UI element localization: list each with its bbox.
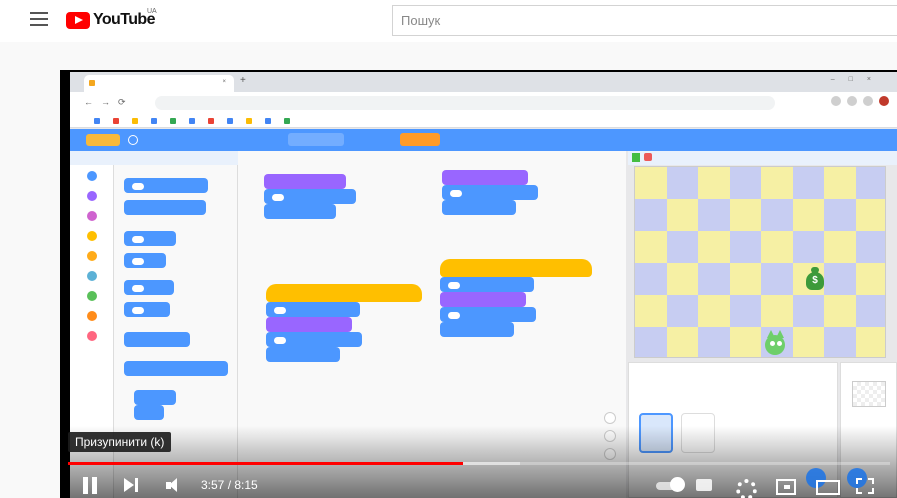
stage-grid-cell: [698, 231, 730, 263]
stage-grid-cell: [698, 263, 730, 295]
recorded-scratch-logo: [86, 134, 120, 146]
stage-grid-cell: [666, 327, 698, 357]
stage-grid-cell: [792, 327, 824, 357]
stage-grid-cell: [698, 327, 730, 357]
played-bar: [68, 462, 463, 465]
stage-grid-cell: [792, 231, 824, 263]
stage-grid-cell: [855, 295, 885, 327]
stage-grid-cell: [729, 263, 761, 295]
stage-grid-cell: [824, 231, 856, 263]
stage-grid-cell: [666, 199, 698, 231]
youtube-logo-icon: [66, 11, 90, 29]
stage-grid-cell: [635, 199, 667, 231]
stage-grid-cell: [729, 231, 761, 263]
stage-grid-cell: [666, 167, 698, 199]
stage-grid-cell: [635, 295, 667, 327]
stage-grid-cell: [698, 295, 730, 327]
app-root: YouTube UA × + –□× ←→⟳: [0, 0, 897, 498]
stage-grid-cell: [635, 167, 667, 199]
stage-grid-cell: [761, 167, 793, 199]
recorded-stop-icon: [644, 153, 652, 161]
recorded-project-title: [288, 133, 344, 146]
stage-grid-cell: [824, 199, 856, 231]
time-display: 3:57 / 8:15: [201, 478, 258, 492]
recorded-bookmarks-bar: [70, 114, 897, 128]
stage-grid-cell: [792, 295, 824, 327]
recorded-editor-tabs: [70, 151, 238, 165]
youtube-logo[interactable]: YouTube: [66, 10, 155, 30]
stage-grid-cell: [855, 167, 885, 199]
miniplayer-icon[interactable]: [776, 473, 796, 497]
stage-grid-cell: [698, 167, 730, 199]
stage-grid-cell: [729, 327, 761, 357]
recorded-globe-icon: [128, 135, 138, 145]
stage-grid-cell: [635, 231, 667, 263]
stage-grid-cell: [698, 199, 730, 231]
stage-grid-cell: [729, 167, 761, 199]
recorded-window-controls: –□×: [830, 76, 885, 83]
stage-grid-cell: [635, 327, 667, 357]
recorded-toolbar-icons: [831, 96, 889, 106]
stage-grid-cell: [635, 263, 667, 295]
next-icon[interactable]: [124, 473, 140, 497]
stage-grid-cell: [792, 199, 824, 231]
stage-grid-cell: [824, 327, 856, 357]
stage-grid-cell: [729, 295, 761, 327]
recorded-new-tab-icon: +: [240, 75, 246, 86]
recorded-address-bar: ←→⟳: [70, 92, 897, 114]
stage-grid-cell: [855, 231, 885, 263]
recorded-nav-icons: ←→⟳: [84, 97, 134, 107]
recorded-browser-tabs: × + –□×: [70, 72, 897, 92]
cat-sprite: [761, 327, 789, 357]
money-bag-sprite: $: [805, 267, 825, 291]
hamburger-icon[interactable]: [30, 12, 48, 26]
stage-grid-cell: [761, 295, 793, 327]
duration: 8:15: [234, 478, 258, 492]
search-box: [392, 5, 897, 36]
current-time: 3:57: [201, 478, 225, 492]
pause-tooltip: Призупинити (k): [68, 432, 172, 452]
gear-icon[interactable]: [733, 473, 757, 498]
recorded-url-field: [155, 96, 775, 110]
recorded-scratch-menubar: [70, 129, 897, 151]
stage-grid-cell: [855, 327, 885, 357]
fullscreen-icon[interactable]: [856, 473, 876, 497]
stage-grid-cell: [666, 231, 698, 263]
recorded-green-flag-icon: [632, 153, 640, 162]
region-code: UA: [147, 8, 157, 15]
stage-grid-cell: [855, 263, 885, 295]
recorded-scratch-stage: $: [634, 166, 886, 358]
recorded-backdrop-thumbnail: [851, 381, 886, 407]
stage-grid-cell: [824, 295, 856, 327]
stage-grid-cell: [792, 167, 824, 199]
stage-grid-cell: [666, 295, 698, 327]
stage-grid-cell: [761, 231, 793, 263]
autoplay-toggle-icon[interactable]: [656, 473, 685, 497]
stage-grid-cell: [855, 199, 885, 231]
stage-grid-cell: [666, 263, 698, 295]
masthead: YouTube UA: [0, 0, 897, 42]
volume-icon[interactable]: [166, 473, 184, 497]
recorded-share-button: [400, 133, 440, 146]
stage-grid-cell: [729, 199, 761, 231]
search-input[interactable]: [393, 6, 897, 35]
youtube-wordmark: YouTube: [93, 11, 155, 28]
stage-grid-cell: [824, 263, 856, 295]
theater-mode-icon[interactable]: [816, 473, 840, 497]
stage-grid-cell: [824, 167, 856, 199]
progress-bar[interactable]: [68, 462, 890, 465]
recorded-stage-header: [628, 151, 897, 165]
stage-grid-cell: [761, 199, 793, 231]
recorded-browser-tab: ×: [84, 75, 234, 92]
recorded-zoom-in-icon: [604, 412, 616, 424]
pause-icon[interactable]: [82, 473, 98, 497]
subtitles-icon[interactable]: [695, 473, 715, 497]
stage-grid-cell: [761, 263, 793, 295]
